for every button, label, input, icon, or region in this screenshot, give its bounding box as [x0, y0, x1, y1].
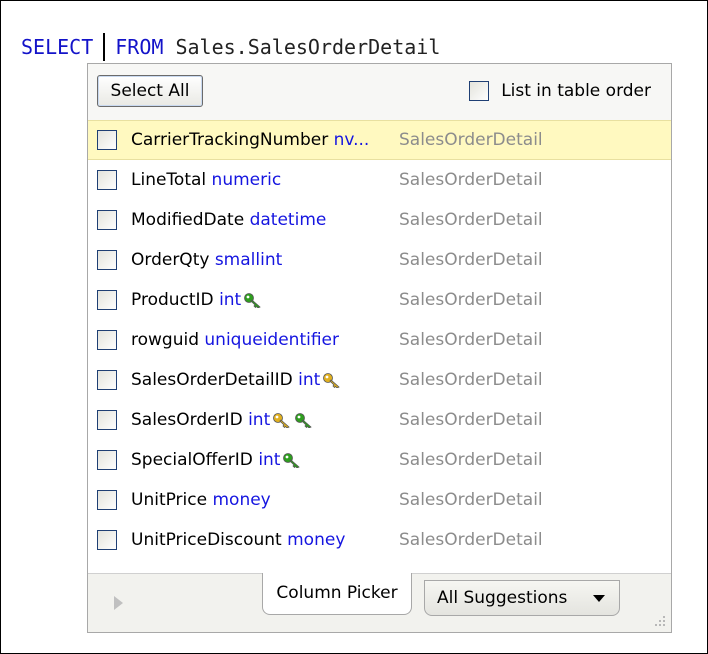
column-type: uniqueidentifier	[204, 330, 339, 350]
column-checkbox[interactable]	[97, 370, 117, 390]
column-type: int	[258, 450, 281, 470]
column-name: CarrierTrackingNumber	[131, 130, 329, 150]
column-checkbox[interactable]	[97, 450, 117, 470]
list-in-table-order-toggle[interactable]: List in table order	[469, 78, 651, 104]
column-picker-popup: Select All List in table order CarrierTr…	[87, 63, 672, 633]
column-checkbox[interactable]	[97, 250, 117, 270]
dropdown-arrow-icon[interactable]	[593, 595, 605, 602]
column-checkbox[interactable]	[97, 130, 117, 150]
table-reference: Sales.SalesOrderDetail	[163, 35, 441, 59]
tab-column-picker[interactable]: Column Picker	[262, 573, 412, 615]
column-type: money	[212, 490, 271, 510]
list-in-table-order-checkbox[interactable]	[469, 81, 490, 101]
column-row[interactable]: ProductID int SalesOrderDetail	[88, 280, 671, 320]
green-key-icon	[295, 413, 312, 428]
column-name: LineTotal	[131, 170, 207, 190]
column-name: ModifiedDate	[131, 210, 245, 230]
column-row[interactable]: SpecialOfferID int SalesOrderDetail	[88, 440, 671, 480]
column-table: SalesOrderDetail	[399, 130, 543, 150]
column-table: SalesOrderDetail	[399, 170, 543, 190]
column-checkbox[interactable]	[97, 170, 117, 190]
tab-all-suggestions[interactable]: All Suggestions	[424, 580, 620, 616]
column-name: SalesOrderDetailID	[131, 370, 293, 390]
column-name-cell: rowguid uniqueidentifier	[131, 330, 339, 350]
gold-key-icon	[323, 373, 341, 388]
column-name: SpecialOfferID	[131, 450, 253, 470]
column-name: UnitPrice	[131, 490, 208, 510]
column-name-cell: LineTotal numeric	[131, 170, 281, 190]
column-row[interactable]: CarrierTrackingNumber nv... SalesOrderDet…	[88, 120, 671, 160]
column-name-cell: SalesOrderDetailID int	[131, 370, 342, 390]
column-name: OrderQty	[131, 250, 210, 270]
column-name-cell: OrderQty smallint	[131, 250, 282, 270]
column-type: numeric	[211, 170, 282, 190]
column-table: SalesOrderDetail	[399, 330, 543, 350]
column-name-cell: ModifiedDate datetime	[131, 210, 326, 230]
from-keyword: FROM	[115, 35, 164, 59]
column-table: SalesOrderDetail	[399, 450, 543, 470]
column-row[interactable]: UnitPriceDiscount money SalesOrderDetail	[88, 520, 671, 560]
column-row[interactable]: SalesOrderDetailID int SalesOrderDetail	[88, 360, 671, 400]
column-name: SalesOrderID	[131, 410, 243, 430]
column-checkbox[interactable]	[97, 410, 117, 430]
column-row[interactable]: OrderQty smallint SalesOrderDetail	[88, 240, 671, 280]
tab-all-suggestions-label: All Suggestions	[437, 588, 568, 608]
column-checkbox[interactable]	[97, 490, 117, 510]
column-table: SalesOrderDetail	[399, 490, 543, 510]
column-table: SalesOrderDetail	[399, 250, 543, 270]
column-name: UnitPriceDiscount	[131, 530, 282, 550]
column-row[interactable]: UnitPrice money SalesOrderDetail	[88, 480, 671, 520]
column-name-cell: CarrierTrackingNumber nv...	[131, 130, 369, 150]
column-type: int	[248, 410, 271, 430]
column-row[interactable]: ModifiedDate datetime SalesOrderDetail	[88, 200, 671, 240]
column-checkbox[interactable]	[97, 530, 117, 550]
select-keyword: SELECT	[21, 35, 94, 59]
column-name: ProductID	[131, 290, 214, 310]
column-checkbox[interactable]	[97, 290, 117, 310]
window-frame: SELECT FROM Sales.SalesOrderDetail Select…	[0, 0, 708, 654]
column-type: int	[298, 370, 321, 390]
popup-footer: Column Picker All Suggestions	[88, 573, 671, 632]
column-type: money	[287, 530, 346, 550]
column-row[interactable]: SalesOrderID int SalesOrderDetail	[88, 400, 671, 440]
sql-editor-line[interactable]: SELECT FROM Sales.SalesOrderDetail	[21, 33, 440, 61]
popup-toolbar: Select All List in table order	[88, 64, 671, 120]
column-name-cell: UnitPrice money	[131, 490, 271, 510]
select-all-button[interactable]: Select All	[97, 75, 203, 107]
column-type: int	[219, 290, 242, 310]
column-name-cell: UnitPriceDiscount money	[131, 530, 345, 550]
column-row[interactable]: LineTotal numeric SalesOrderDetail	[88, 160, 671, 200]
column-checkbox[interactable]	[97, 330, 117, 350]
column-type: datetime	[249, 210, 327, 230]
list-in-table-order-label: List in table order	[501, 81, 651, 101]
column-checkbox[interactable]	[97, 210, 117, 230]
column-name: rowguid	[131, 330, 199, 350]
column-type: nv...	[333, 130, 370, 150]
gold-key-icon	[273, 413, 290, 428]
text-caret	[103, 33, 106, 61]
green-key-icon	[283, 453, 301, 468]
column-table: SalesOrderDetail	[399, 210, 543, 230]
column-table: SalesOrderDetail	[399, 410, 543, 430]
scroll-right-arrow-icon[interactable]	[114, 596, 123, 610]
column-name-cell: SalesOrderID int	[131, 410, 314, 430]
column-list: CarrierTrackingNumber nv... SalesOrderDet…	[88, 120, 671, 560]
column-table: SalesOrderDetail	[399, 370, 543, 390]
column-name-cell: SpecialOfferID int	[131, 450, 302, 470]
column-table: SalesOrderDetail	[399, 530, 543, 550]
column-row[interactable]: rowguid uniqueidentifier SalesOrderDetail	[88, 320, 671, 360]
column-table: SalesOrderDetail	[399, 290, 543, 310]
resize-grip-icon[interactable]	[651, 612, 667, 628]
column-type: smallint	[214, 250, 283, 270]
green-key-icon	[244, 293, 261, 308]
column-name-cell: ProductID int	[131, 290, 263, 310]
